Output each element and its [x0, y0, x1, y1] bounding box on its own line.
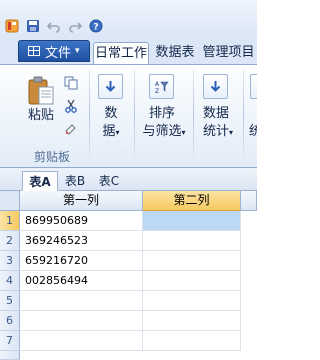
- tab-manage-project[interactable]: 管理项目: [200, 42, 257, 64]
- sheet-tab-b[interactable]: 表B: [60, 171, 90, 191]
- sheet-tab-c[interactable]: 表C: [94, 171, 124, 191]
- sort-filter-icon: A Z: [155, 81, 169, 94]
- sort-filter-line2: 与筛选: [142, 124, 182, 139]
- grid-icon: [28, 46, 40, 56]
- cell-b6[interactable]: [143, 311, 241, 331]
- cell-a5[interactable]: [20, 291, 143, 311]
- cut-icon[interactable]: [64, 99, 78, 113]
- row-header-8[interactable]: [0, 351, 20, 360]
- column-header-1[interactable]: 第一列: [20, 191, 143, 211]
- cell-a2[interactable]: 369246523: [20, 231, 143, 251]
- arrow-down-icon: [105, 81, 116, 92]
- chevron-down-icon: ▾: [115, 128, 120, 137]
- statistics-line1[interactable]: 数据: [198, 104, 234, 123]
- cell-b7[interactable]: [143, 331, 241, 351]
- format-painter-icon[interactable]: [64, 122, 78, 136]
- cell-a7[interactable]: [20, 331, 143, 351]
- cell-b5[interactable]: [143, 291, 241, 311]
- data-button-line1[interactable]: 数: [97, 104, 125, 123]
- app-icon[interactable]: [5, 19, 19, 33]
- statistics-line2: 统计: [202, 124, 229, 139]
- row-header-7[interactable]: 7: [0, 331, 20, 351]
- file-menu-label: 文件: [45, 45, 72, 61]
- cell-b4[interactable]: [143, 271, 241, 291]
- clipboard-group-label: 剪贴板: [34, 150, 71, 164]
- data-button-icon-box[interactable]: [98, 74, 123, 99]
- column-header-empty[interactable]: [241, 191, 257, 211]
- sort-filter-icon-box[interactable]: A Z: [149, 74, 174, 99]
- group-divider: [243, 70, 244, 162]
- column-header-2[interactable]: 第二列: [143, 191, 241, 211]
- cell-a6[interactable]: [20, 311, 143, 331]
- save-icon[interactable]: [26, 19, 40, 33]
- svg-text:?: ?: [93, 23, 98, 33]
- cell-a4[interactable]: 002856494: [20, 271, 143, 291]
- tab-daily-work[interactable]: 日常工作: [93, 42, 149, 64]
- arrow-down-icon: [210, 81, 221, 92]
- paste-icon[interactable]: [27, 76, 55, 106]
- file-menu-button[interactable]: 文件 ▾: [18, 40, 90, 62]
- svg-text:A: A: [155, 81, 160, 88]
- row-header-2[interactable]: 2: [0, 231, 20, 251]
- svg-text:Z: Z: [155, 88, 159, 94]
- chevron-down-icon: ▾: [181, 128, 186, 137]
- redo-icon[interactable]: [68, 19, 82, 33]
- cell-b2[interactable]: [143, 231, 241, 251]
- group-divider: [89, 70, 90, 162]
- chevron-down-icon: ▾: [229, 128, 234, 137]
- data-button[interactable]: 据▾: [97, 122, 125, 142]
- chevron-down-icon: ▾: [75, 46, 80, 56]
- statistics-button[interactable]: 统计▾: [197, 122, 239, 142]
- cell-a3[interactable]: 659216720: [20, 251, 143, 271]
- cell-b3[interactable]: [143, 251, 241, 271]
- select-all-corner[interactable]: [0, 191, 20, 211]
- group-divider: [193, 70, 194, 162]
- truncated-icon-box: [250, 74, 257, 99]
- statistics-icon-box[interactable]: [203, 74, 228, 99]
- sheet-tab-a[interactable]: 表A: [22, 171, 58, 191]
- truncated-button-label[interactable]: 统: [249, 122, 257, 141]
- help-icon[interactable]: ?: [89, 19, 103, 33]
- sort-filter-line1[interactable]: 排序: [138, 104, 186, 123]
- sort-filter-button[interactable]: 与筛选▾: [138, 122, 190, 142]
- row-header-5[interactable]: 5: [0, 291, 20, 311]
- undo-icon[interactable]: [47, 19, 61, 33]
- paste-button-label[interactable]: 粘贴: [26, 106, 56, 125]
- cell-b1[interactable]: [143, 211, 241, 231]
- truncated-button-icon[interactable]: [250, 74, 257, 99]
- data-button-line2: 据: [102, 124, 116, 139]
- row-header-6[interactable]: 6: [0, 311, 20, 331]
- copy-icon[interactable]: [64, 76, 78, 90]
- cell-a1[interactable]: 869950689: [20, 211, 143, 231]
- row-header-1[interactable]: 1: [0, 211, 20, 231]
- group-divider: [134, 70, 135, 162]
- tab-data-table[interactable]: 数据表: [153, 42, 197, 64]
- row-header-3[interactable]: 3: [0, 251, 20, 271]
- row-header-4[interactable]: 4: [0, 271, 20, 291]
